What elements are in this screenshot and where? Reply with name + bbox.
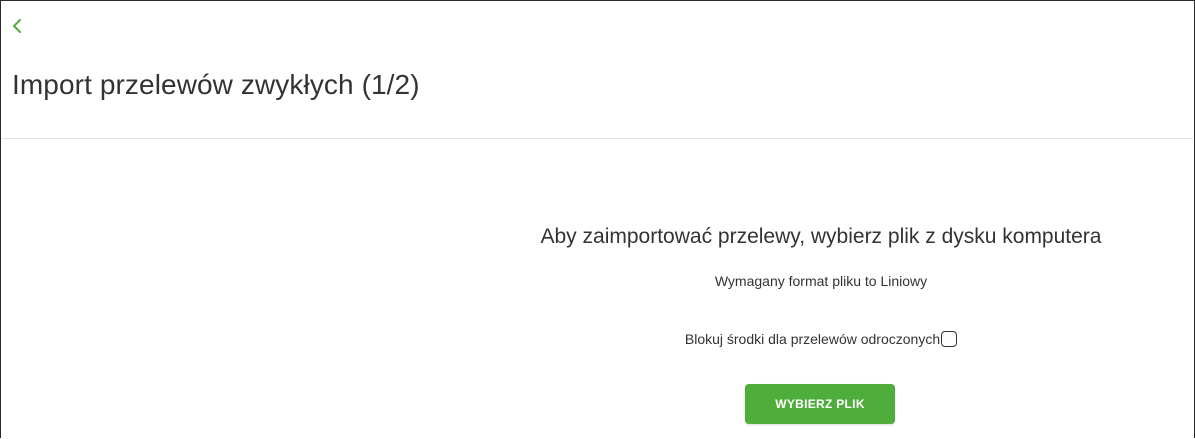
chevron-left-icon[interactable] xyxy=(10,18,24,34)
file-format-note: Wymagany format pliku to Liniowy xyxy=(714,273,928,289)
page-frame: Import przelewów zwykłych (1/2) Aby zaim… xyxy=(0,0,1195,438)
import-panel: Aby zaimportować przelewy, wybierz plik … xyxy=(481,1,1161,439)
block-funds-option[interactable]: Blokuj środki dla przelewów odroczonych xyxy=(481,331,1161,347)
choose-file-button[interactable]: WYBIERZ PLIK xyxy=(745,384,895,424)
page-title: Import przelewów zwykłych (1/2) xyxy=(12,69,420,100)
block-funds-label: Blokuj środki dla przelewów odroczonych xyxy=(684,331,941,347)
import-heading: Aby zaimportować przelewy, wybierz plik … xyxy=(540,225,1102,248)
block-funds-checkbox[interactable] xyxy=(941,331,958,347)
